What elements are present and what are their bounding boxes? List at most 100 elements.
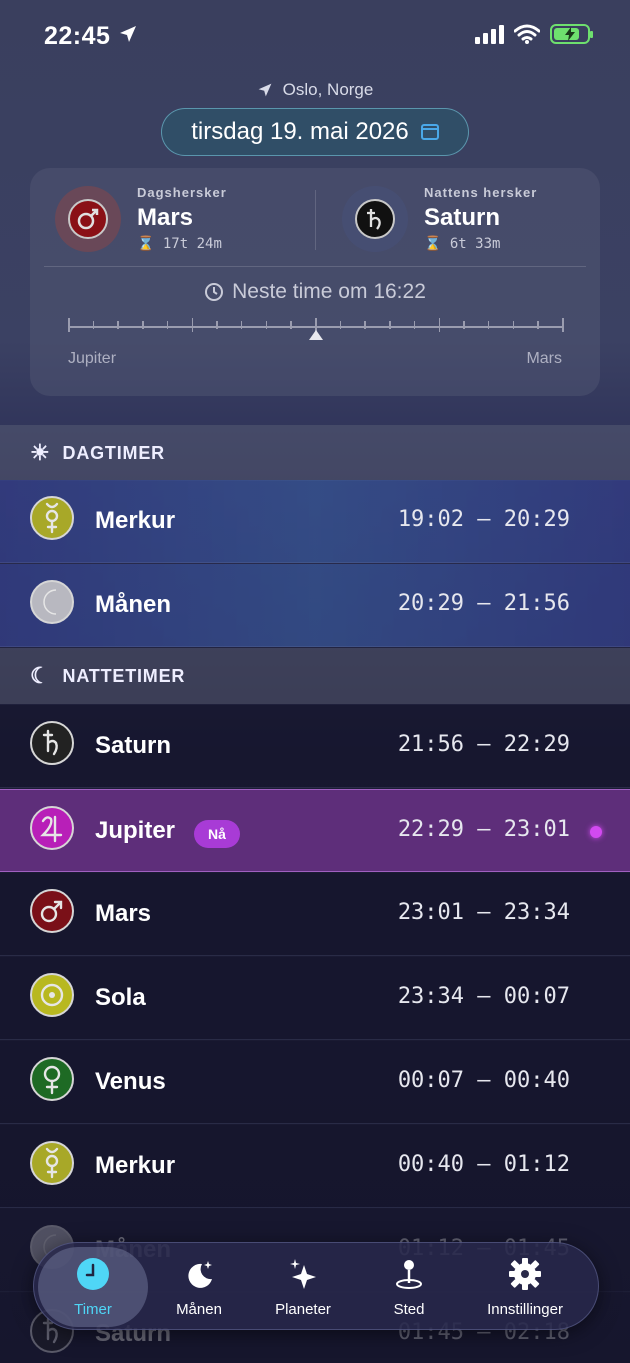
timeline-tick [487,321,490,329]
saturn-icon [342,185,408,252]
wifi-icon [514,24,540,44]
location-arrow-icon [258,83,272,97]
night-ruler-label: Nattens hersker [424,185,538,200]
tab-planeter[interactable]: Planeter [248,1243,358,1331]
day-ruler-duration: 17t 24m [162,236,222,252]
tab-label: Sted [393,1300,425,1318]
timeline-tick [68,318,70,332]
timeline-tick [117,321,119,329]
timeline-tick [463,321,465,329]
jupiter-icon [29,805,75,856]
mars-icon [55,185,121,252]
hour-row[interactable]: Sola 23:34 – 00:07 [0,957,630,1040]
moon-icon [29,579,75,630]
location-name: Oslo, Norge [282,80,374,99]
hour-row[interactable]: Merkur 19:02 – 20:29 [0,480,630,563]
timeline-tick [364,321,366,329]
venus-icon [29,1056,75,1107]
mercury-icon [29,495,75,546]
hour-time-range: 00:40 – 01:12 [397,1152,570,1177]
day-ruler-label: Dagshersker [137,185,227,200]
mars-icon [29,888,75,939]
day-ruler: Dagshersker Mars ⌛ 17t 24m [55,185,227,252]
hour-time-range: 21:56 – 22:29 [397,732,570,757]
timeline-tick [92,321,95,329]
hour-planet-name: Merkur [95,507,176,534]
day-ruler-name: Mars [137,204,194,231]
hour-row[interactable]: Månen 20:29 – 21:56 [0,564,630,647]
date-picker-button[interactable]: tirsdag 19. mai 2026 [161,108,469,156]
timeline-tick [240,321,243,329]
hour-row[interactable]: Saturn 21:56 – 22:29 [0,705,630,788]
battery-icon [550,24,593,44]
current-hour-dot [590,826,602,838]
tab-månen[interactable]: Månen [144,1243,254,1331]
tab-timer[interactable]: Timer [38,1247,148,1327]
location-pin-icon [392,1257,426,1295]
mercury-icon [29,1140,75,1191]
timeline-tick [166,321,169,329]
timeline-tick [413,321,416,329]
hour-time-range: 22:29 – 23:01 [397,817,570,842]
hour-row[interactable]: Merkur 00:40 – 01:12 [0,1125,630,1208]
tab-label: Innstillinger [487,1300,563,1318]
location-label[interactable]: Oslo, Norge [0,80,630,100]
night-ruler-name: Saturn [424,204,501,231]
calendar-icon [420,124,439,140]
next-hour-text: Neste time om 16:22 [232,280,426,303]
tab-bar: Timer Månen Planeter Sted Innstillinger [33,1242,599,1330]
hour-time-range: 19:02 – 20:29 [397,507,570,532]
card-divider [315,190,316,250]
night-section-title: NATTETIMER [62,665,186,686]
day-section-title: DAGTIMER [62,442,165,463]
timeline-end-label: Mars [526,350,562,367]
moon-stars-icon [182,1257,216,1295]
hour-row[interactable]: Mars 23:01 – 23:34 [0,873,630,956]
tab-label: Timer [74,1300,112,1318]
sun-planet-icon [29,972,75,1023]
timeline-tick [537,321,539,329]
hour-planet-name: Jupiter [95,817,176,844]
tab-sted[interactable]: Sted [354,1243,464,1331]
timer-icon [205,283,224,301]
hour-planet-name: Merkur [95,1152,176,1179]
sun-icon: ☀ [30,440,51,465]
timeline-tick [290,321,292,329]
now-badge: Nå [194,820,240,848]
hour-time-range: 23:01 – 23:34 [397,900,570,925]
hour-time-range: 00:07 – 00:40 [397,1068,570,1093]
hour-timeline [68,318,564,346]
hour-row[interactable]: Venus 00:07 – 00:40 [0,1041,630,1124]
date-label: tirsdag 19. mai 2026 [191,118,409,145]
timeline-tick [562,318,564,332]
hour-time-range: 20:29 – 21:56 [397,591,570,616]
status-bar: 22:45 [0,0,630,72]
saturn-icon [29,720,75,771]
gear-icon [508,1257,542,1295]
tab-label: Planeter [275,1300,331,1318]
timeline-current-marker [309,330,323,340]
hourglass-icon: ⌛ [424,236,442,252]
timeline-tick [142,321,144,329]
rulers-card: Dagshersker Mars ⌛ 17t 24m Nattens hersk… [30,168,600,396]
sparkles-icon [286,1257,320,1295]
night-ruler-duration: 6t 33m [449,236,501,252]
hour-row[interactable]: Jupiter Nå 22:29 – 23:01 [0,789,630,872]
hour-planet-name: Saturn [95,732,172,759]
tab-innstillinger[interactable]: Innstillinger [470,1243,580,1331]
timeline-tick [216,321,218,329]
moon-stars-icon: ☾ [30,663,51,688]
tab-label: Månen [176,1300,222,1318]
hour-planet-name: Venus [95,1068,166,1095]
timeline-tick [512,321,515,329]
next-hour-label: Neste time om 16:22 [30,280,600,304]
hour-time-range: 23:34 – 00:07 [397,984,570,1009]
location-arrow-icon [120,26,136,42]
day-section-header: ☀ DAGTIMER [0,425,630,481]
timeline-tick [339,321,342,329]
status-time: 22:45 [44,22,111,50]
night-section-header: ☾ NATTETIMER [0,648,630,704]
clock-icon [76,1257,110,1295]
hour-planet-name: Månen [95,591,172,618]
timeline-start-label: Jupiter [68,350,117,367]
